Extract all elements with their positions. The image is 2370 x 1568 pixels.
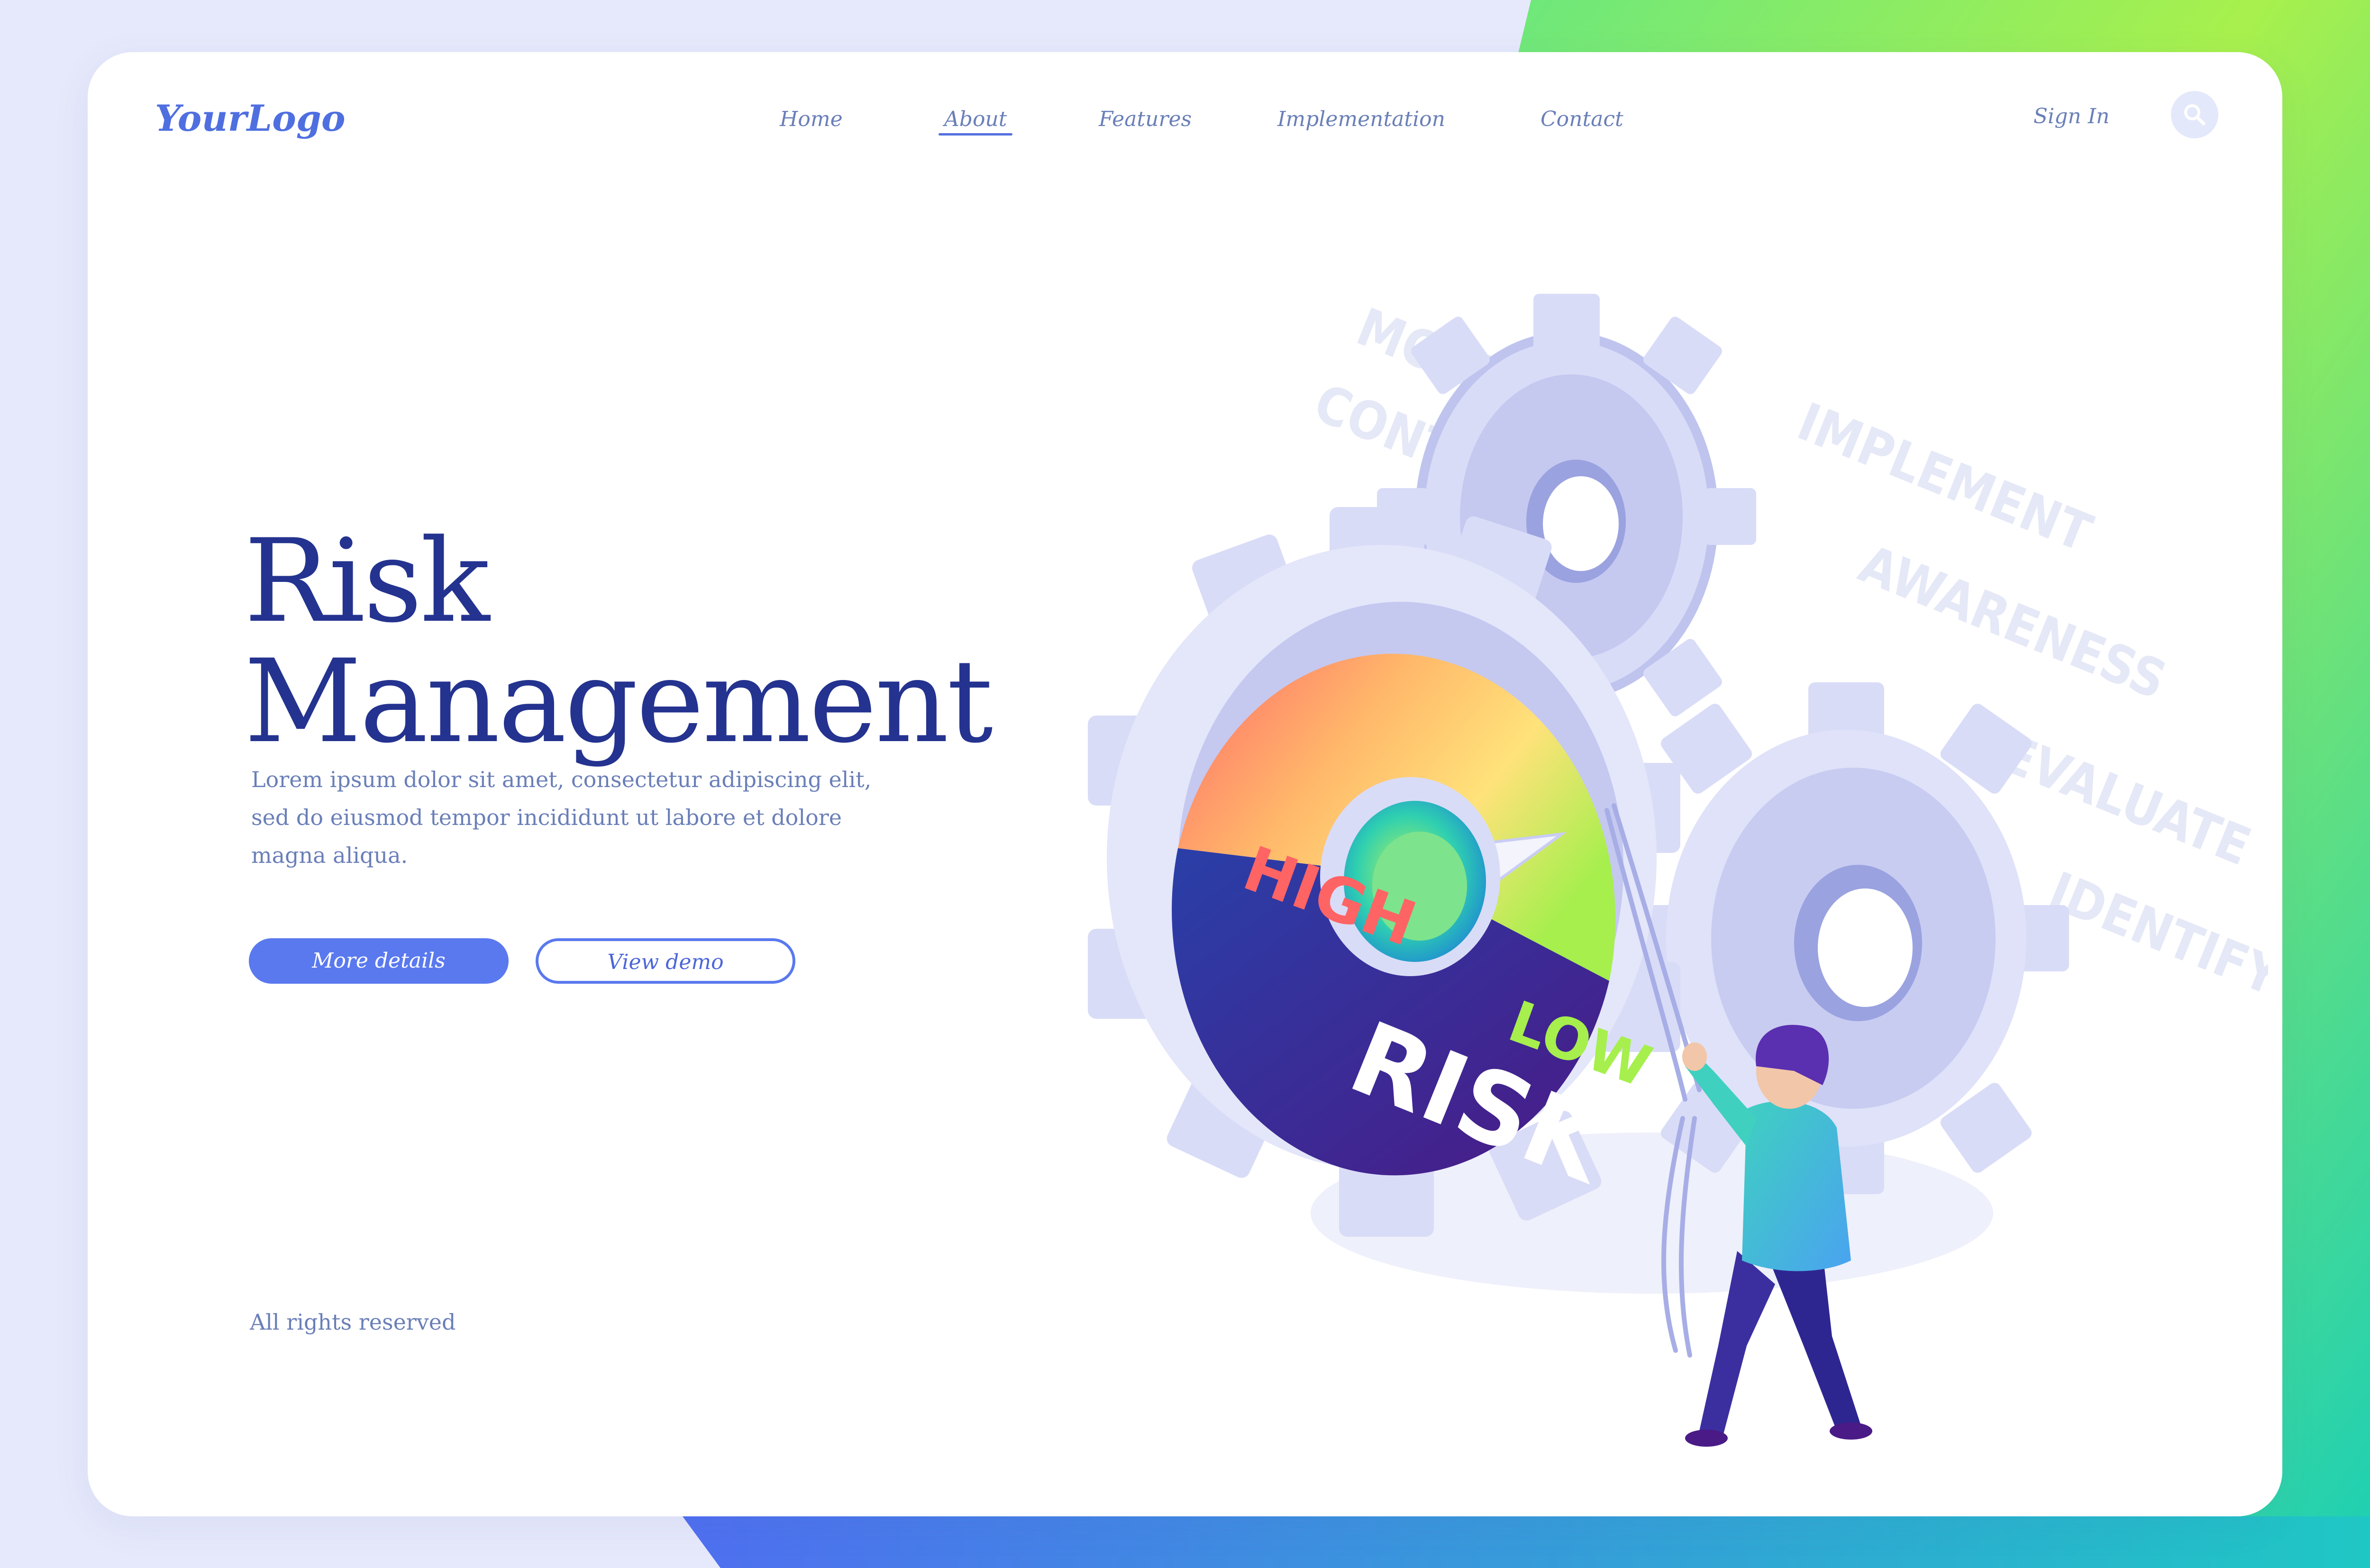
footer-copyright: All rights reserved <box>250 1309 456 1335</box>
title-line-2: Management <box>244 635 993 769</box>
word-implement: IMPLEMENT <box>1789 391 2100 563</box>
description-line-2: sed do eiusmod tempor incididunt ut labo… <box>251 805 842 830</box>
more-details-button[interactable]: More details <box>249 938 509 984</box>
word-identify: IDENTIFY <box>2041 860 2268 1007</box>
view-demo-button[interactable]: View demo <box>536 938 795 984</box>
right-gear <box>1623 682 2069 1194</box>
title-line-1: Risk <box>244 515 490 648</box>
sign-in-link[interactable]: Sign In <box>2033 93 2109 140</box>
word-evaluate: EVALUATE <box>1993 723 2259 877</box>
hero-description: Lorem ipsum dolor sit amet, consectetur … <box>251 761 915 874</box>
main-nav: Home About Features Implementation Conta… <box>88 96 2282 143</box>
description-line-3: magna aliqua. <box>251 843 408 868</box>
landing-card: YourLogo Home About Features Implementat… <box>88 52 2282 1516</box>
nav-contact[interactable]: Contact <box>1540 96 1623 143</box>
nav-implementation[interactable]: Implementation <box>1277 96 1445 143</box>
search-icon <box>2184 104 2206 126</box>
nav-about[interactable]: About <box>938 96 1013 143</box>
nav-home[interactable]: Home <box>780 96 843 143</box>
nav-features[interactable]: Features <box>1099 96 1192 143</box>
description-line-1: Lorem ipsum dolor sit amet, consectetur … <box>251 767 872 792</box>
word-awareness: AWARENESS <box>1851 533 2175 711</box>
risk-gears-illustration: MONITOR CONTROLS IMPLEMENT AWARENESS EVA… <box>1088 294 2268 1447</box>
search-button[interactable] <box>2171 91 2218 138</box>
page-title: Risk Management <box>244 521 1050 762</box>
